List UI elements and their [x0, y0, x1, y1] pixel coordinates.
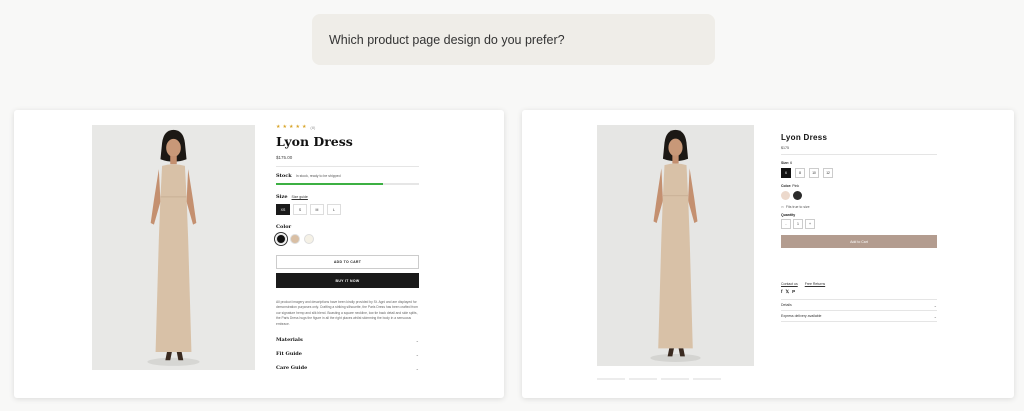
- accordion-express-delivery[interactable]: Express delivery available ⌄: [781, 311, 937, 322]
- stock-bar-fill: [276, 183, 384, 185]
- chevron-down-icon: ⌄: [933, 302, 937, 308]
- size-options: XS S M L: [276, 204, 419, 215]
- help-links: Contact us Free Returns: [781, 282, 937, 286]
- star-icon: ★: [288, 124, 294, 130]
- divider: [781, 154, 937, 155]
- star-rating[interactable]: ★ ★ ★ ★ ★ (8): [276, 124, 419, 130]
- color-label: Color: [276, 224, 292, 230]
- facebook-icon[interactable]: f: [781, 289, 783, 295]
- color-swatch-black[interactable]: [793, 191, 802, 200]
- fit-note: ▭ Fits true to size: [781, 205, 810, 209]
- image-thumbnails[interactable]: [597, 378, 721, 380]
- color-swatch-pink[interactable]: [781, 191, 790, 200]
- product-price: $175: [781, 146, 789, 150]
- thumbnail[interactable]: [629, 378, 657, 380]
- product-photo: [92, 125, 255, 370]
- product-title: Lyon Dress: [276, 134, 353, 149]
- social-share: f 𝕏 P: [781, 289, 937, 295]
- chevron-down-icon: ⌄: [415, 351, 419, 357]
- thumbnail[interactable]: [693, 378, 721, 380]
- color-swatch-tan[interactable]: [290, 234, 300, 244]
- accordion-details[interactable]: Details ⌄: [781, 300, 937, 311]
- color-swatch-cream[interactable]: [304, 234, 314, 244]
- chevron-down-icon: ⌄: [933, 313, 937, 319]
- accordion-label: Materials: [276, 337, 303, 344]
- color-swatches: [276, 234, 419, 244]
- accordion-fit-guide[interactable]: Fit Guide ⌄: [276, 351, 419, 357]
- size-option-6[interactable]: 6: [781, 168, 791, 178]
- twitter-icon[interactable]: 𝕏: [786, 289, 790, 295]
- quantity-increase-button[interactable]: +: [805, 219, 815, 229]
- size-option-l[interactable]: L: [327, 204, 341, 215]
- color-swatch-black[interactable]: [276, 234, 286, 244]
- product-photo: [597, 125, 754, 366]
- size-label: Size: 6: [781, 161, 793, 165]
- star-icon: ★: [301, 124, 307, 130]
- star-icon: ★: [276, 124, 281, 130]
- free-returns-link[interactable]: Free Returns: [805, 282, 825, 286]
- size-option-12[interactable]: 12: [823, 168, 833, 178]
- accordion-materials[interactable]: Materials ⌄: [276, 337, 419, 343]
- size-label: Size: [276, 194, 288, 200]
- add-to-cart-button[interactable]: ADD TO CART: [276, 255, 419, 269]
- star-icon: ★: [295, 124, 300, 130]
- accordion-care-guide[interactable]: Care Guide ⌄: [276, 365, 419, 371]
- stock-label: Stock: [276, 173, 292, 179]
- size-option-10[interactable]: 10: [809, 168, 819, 178]
- stock-status: In stock, ready to be shipped: [295, 174, 341, 178]
- stock-bar: [276, 183, 419, 185]
- quantity-input[interactable]: 1: [793, 219, 803, 229]
- color-swatches: [781, 191, 937, 200]
- thumbnail[interactable]: [597, 378, 625, 380]
- color-value: Pink: [792, 184, 800, 188]
- survey-question: Which product page design do you prefer?: [312, 14, 715, 65]
- accordion-label: Express delivery available: [781, 314, 822, 318]
- chevron-down-icon: ⌄: [415, 365, 419, 371]
- divider: [276, 166, 419, 167]
- product-title: Lyon Dress: [781, 133, 828, 142]
- design-b-card[interactable]: Lyon Dress $175 Size: 6 6 8 10 12 Color:…: [522, 110, 1014, 398]
- accordion-label: Care Guide: [276, 365, 308, 372]
- size-guide-link[interactable]: Size guide: [292, 195, 308, 199]
- add-to-cart-button[interactable]: Add to Cart: [781, 235, 937, 248]
- buy-now-button[interactable]: BUY IT NOW: [276, 273, 419, 288]
- size-option-m[interactable]: M: [310, 204, 324, 215]
- chevron-down-icon: ⌄: [415, 337, 419, 343]
- color-label: Color: Pink: [781, 184, 800, 188]
- ruler-icon: ▭: [781, 205, 784, 209]
- size-options: 6 8 10 12: [781, 168, 937, 178]
- size-option-8[interactable]: 8: [795, 168, 805, 178]
- size-option-s[interactable]: S: [293, 204, 307, 215]
- design-a-card[interactable]: ★ ★ ★ ★ ★ (8) Lyon Dress $175.00 Stock I…: [14, 110, 504, 398]
- size-option-xs[interactable]: XS: [276, 204, 290, 215]
- quantity-decrease-button[interactable]: -: [781, 219, 791, 229]
- accordion-label: Fit Guide: [276, 351, 302, 358]
- size-value: 6: [790, 161, 793, 165]
- quantity-label: Quantity: [781, 213, 796, 217]
- pinterest-icon[interactable]: P: [792, 289, 795, 295]
- contact-us-link[interactable]: Contact us: [781, 282, 798, 286]
- star-icon: ★: [282, 124, 287, 130]
- review-count: (8): [310, 124, 316, 130]
- thumbnail[interactable]: [661, 378, 689, 380]
- quantity-stepper: - 1 +: [781, 219, 937, 229]
- accordion-label: Details: [781, 303, 792, 307]
- product-description: All product imagery and descriptions hav…: [276, 300, 418, 326]
- product-price: $175.00: [276, 155, 293, 160]
